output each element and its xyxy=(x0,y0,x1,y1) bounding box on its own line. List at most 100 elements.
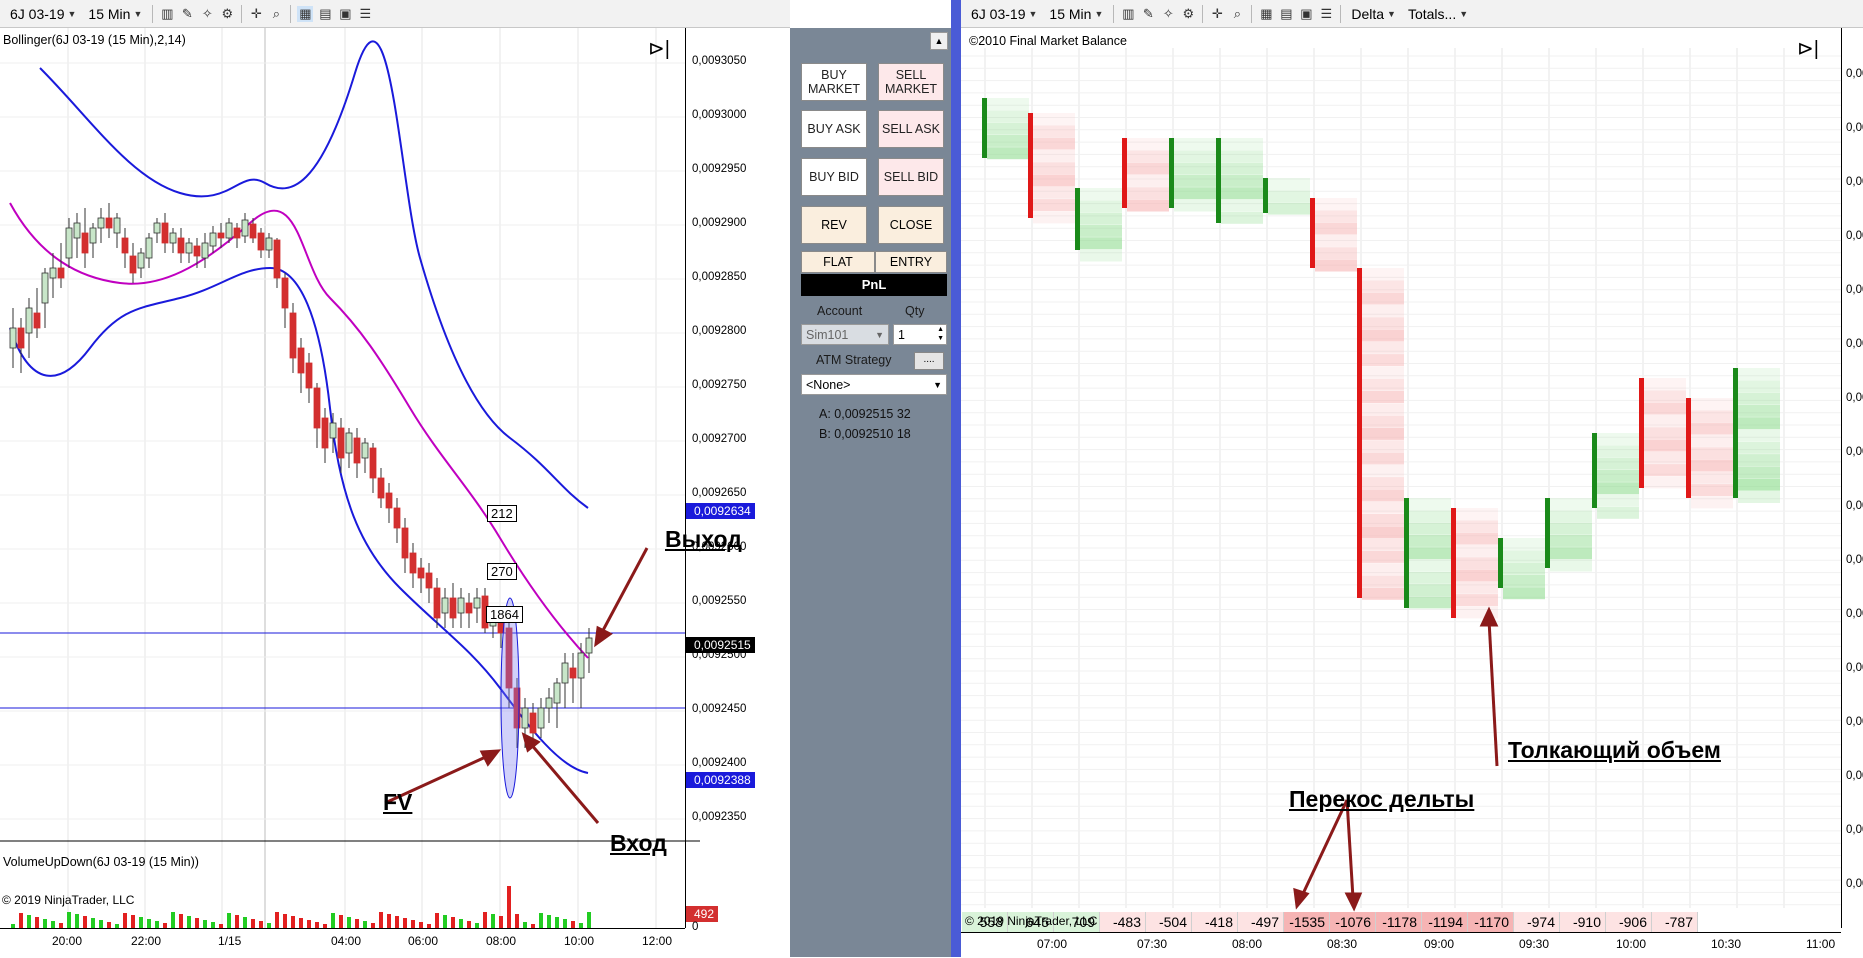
delta-total-cell: -1535 xyxy=(1284,912,1330,932)
volume-bar xyxy=(339,915,343,928)
price-label: 0,00 xyxy=(1846,770,1863,782)
volume-bar xyxy=(499,916,503,928)
delta-total-cell: -1194 xyxy=(1422,912,1468,932)
sell-bid-button[interactable]: SELL BID xyxy=(878,158,944,196)
scroll-end-icon[interactable]: ⊳| xyxy=(1797,36,1819,61)
candle-body xyxy=(377,477,385,499)
totals-dropdown[interactable]: Totals... ▼ xyxy=(1404,6,1472,22)
candle-body xyxy=(65,227,73,259)
atm-settings-button[interactable]: .... xyxy=(914,352,944,370)
indicator-icon[interactable]: ✧ xyxy=(1160,6,1176,22)
delta-dropdown[interactable]: Delta ▼ xyxy=(1347,6,1400,22)
candle-body xyxy=(473,597,481,609)
snapshot-icon[interactable]: ▣ xyxy=(1298,6,1314,22)
bollinger-upper xyxy=(39,40,589,509)
price-label: 0,0092700 xyxy=(692,433,747,445)
drawing-tool-icon[interactable]: ✎ xyxy=(179,6,195,22)
rev-button[interactable]: REV xyxy=(801,206,867,244)
zoom-icon[interactable]: ⌕ xyxy=(1229,6,1245,22)
zoom-icon[interactable]: ⌕ xyxy=(268,6,284,22)
time-label: 07:00 xyxy=(1037,937,1068,951)
delta-total-cell: -1170 xyxy=(1468,912,1514,932)
snapshot-icon[interactable]: ▣ xyxy=(337,6,353,22)
volume-bar xyxy=(435,913,439,928)
delta-total-cell: -483 xyxy=(1100,912,1146,932)
stepper-arrows-icon[interactable]: ▲ ▼ xyxy=(937,325,944,343)
properties-icon[interactable]: ☰ xyxy=(1318,6,1334,22)
candle-body xyxy=(33,312,41,329)
volume-bar xyxy=(139,917,143,928)
crosshair-icon[interactable]: ✛ xyxy=(248,6,264,22)
volume-bar xyxy=(131,915,135,928)
strategy-icon[interactable]: ⚙ xyxy=(1180,6,1196,22)
data-box-icon[interactable]: ▤ xyxy=(317,6,333,22)
collapse-panel-icon[interactable]: ▲ xyxy=(930,32,948,50)
volume-bar xyxy=(555,917,559,928)
bar-type-icon[interactable]: ▥ xyxy=(159,6,175,22)
volume-bar xyxy=(563,919,567,928)
close-button[interactable]: CLOSE xyxy=(878,206,944,244)
volume-bar xyxy=(123,913,127,928)
left-price-chart[interactable] xyxy=(0,28,700,957)
scroll-end-icon[interactable]: ⊳| xyxy=(648,36,670,61)
entry-button[interactable]: ENTRY xyxy=(875,251,947,273)
candle-body xyxy=(401,527,409,559)
volume-bar xyxy=(19,913,23,928)
right-instrument-selector[interactable]: 6J 03-19 ▼ xyxy=(967,6,1041,22)
candle-body xyxy=(433,587,441,619)
right-time-axis[interactable]: 07:00 07:30 08:00 08:30 09:00 09:30 10:0… xyxy=(961,932,1841,958)
time-label: 08:30 xyxy=(1327,937,1358,951)
bar-type-icon[interactable]: ▥ xyxy=(1120,6,1136,22)
candle-body xyxy=(177,237,185,254)
buy-bid-button[interactable]: BUY BID xyxy=(801,158,867,196)
left-price-axis[interactable]: 0,0093050 0,0093000 0,0092950 0,0092900 … xyxy=(685,28,791,933)
crosshair-icon[interactable]: ✛ xyxy=(1209,6,1225,22)
flat-button[interactable]: FLAT xyxy=(801,251,875,273)
volume-bar xyxy=(299,918,303,928)
chart-trader-icon[interactable]: ▦ xyxy=(297,5,314,22)
volume-bar xyxy=(363,921,367,928)
right-interval-selector[interactable]: 15 Min ▼ xyxy=(1045,6,1107,22)
strategy-icon[interactable]: ⚙ xyxy=(219,6,235,22)
candle-body xyxy=(105,217,113,229)
time-label: 20:00 xyxy=(52,934,83,948)
qty-stepper[interactable]: 1 ▲ ▼ xyxy=(893,324,947,345)
price-label: 0,00 xyxy=(1846,878,1863,890)
price-label: 0,00 xyxy=(1846,284,1863,296)
lower-band-tag: 0,0092388 xyxy=(686,772,755,788)
volume-bar xyxy=(243,917,247,928)
left-instrument-selector[interactable]: 6J 03-19 ▼ xyxy=(6,6,80,22)
left-interval-selector[interactable]: 15 Min ▼ xyxy=(84,6,146,22)
sell-market-button[interactable]: SELL MARKET xyxy=(878,63,944,101)
volume-box-212: 212 xyxy=(487,505,517,522)
price-label: 0,00 xyxy=(1846,554,1863,566)
properties-icon[interactable]: ☰ xyxy=(357,6,373,22)
indicator-icon[interactable]: ✧ xyxy=(199,6,215,22)
buy-market-button[interactable]: BUY MARKET xyxy=(801,63,867,101)
candle-body xyxy=(129,255,137,274)
drawing-tool-icon[interactable]: ✎ xyxy=(1140,6,1156,22)
right-price-axis[interactable]: 0,00 0,00 0,00 0,00 0,00 0,00 0,00 0,00 0,00 0,00… xyxy=(1841,28,1863,928)
price-label: 0,00 xyxy=(1846,68,1863,80)
atm-strategy-select[interactable]: <None> ▼ xyxy=(801,374,947,395)
left-toolbar: 6J 03-19 ▼ 15 Min ▼ ▥ ✎ ✧ ⚙ ✛ ⌕ ▦ ▤ ▣ ☰ xyxy=(0,0,790,28)
account-select[interactable]: Sim101 ▼ xyxy=(801,324,889,345)
candle-body xyxy=(353,437,361,464)
price-label: 0,00 xyxy=(1846,608,1863,620)
candle-body xyxy=(185,242,193,254)
volume-bar xyxy=(67,912,71,928)
candle-body xyxy=(193,245,201,257)
volume-bar xyxy=(547,915,551,928)
volume-box-1864: 1864 xyxy=(486,606,523,623)
time-label: 12:00 xyxy=(642,934,673,948)
candle-body xyxy=(337,427,345,459)
candle-body xyxy=(201,242,209,259)
price-label: 0,00 xyxy=(1846,392,1863,404)
left-time-axis[interactable]: 20:00 22:00 1/15 04:00 06:00 08:00 10:00… xyxy=(0,928,685,958)
time-label: 22:00 xyxy=(131,934,162,948)
price-label: 0,00 xyxy=(1846,500,1863,512)
sell-ask-button[interactable]: SELL ASK xyxy=(878,110,944,148)
data-box-icon[interactable]: ▤ xyxy=(1278,6,1294,22)
chart-trader-icon[interactable]: ▦ xyxy=(1258,6,1274,22)
buy-ask-button[interactable]: BUY ASK xyxy=(801,110,867,148)
